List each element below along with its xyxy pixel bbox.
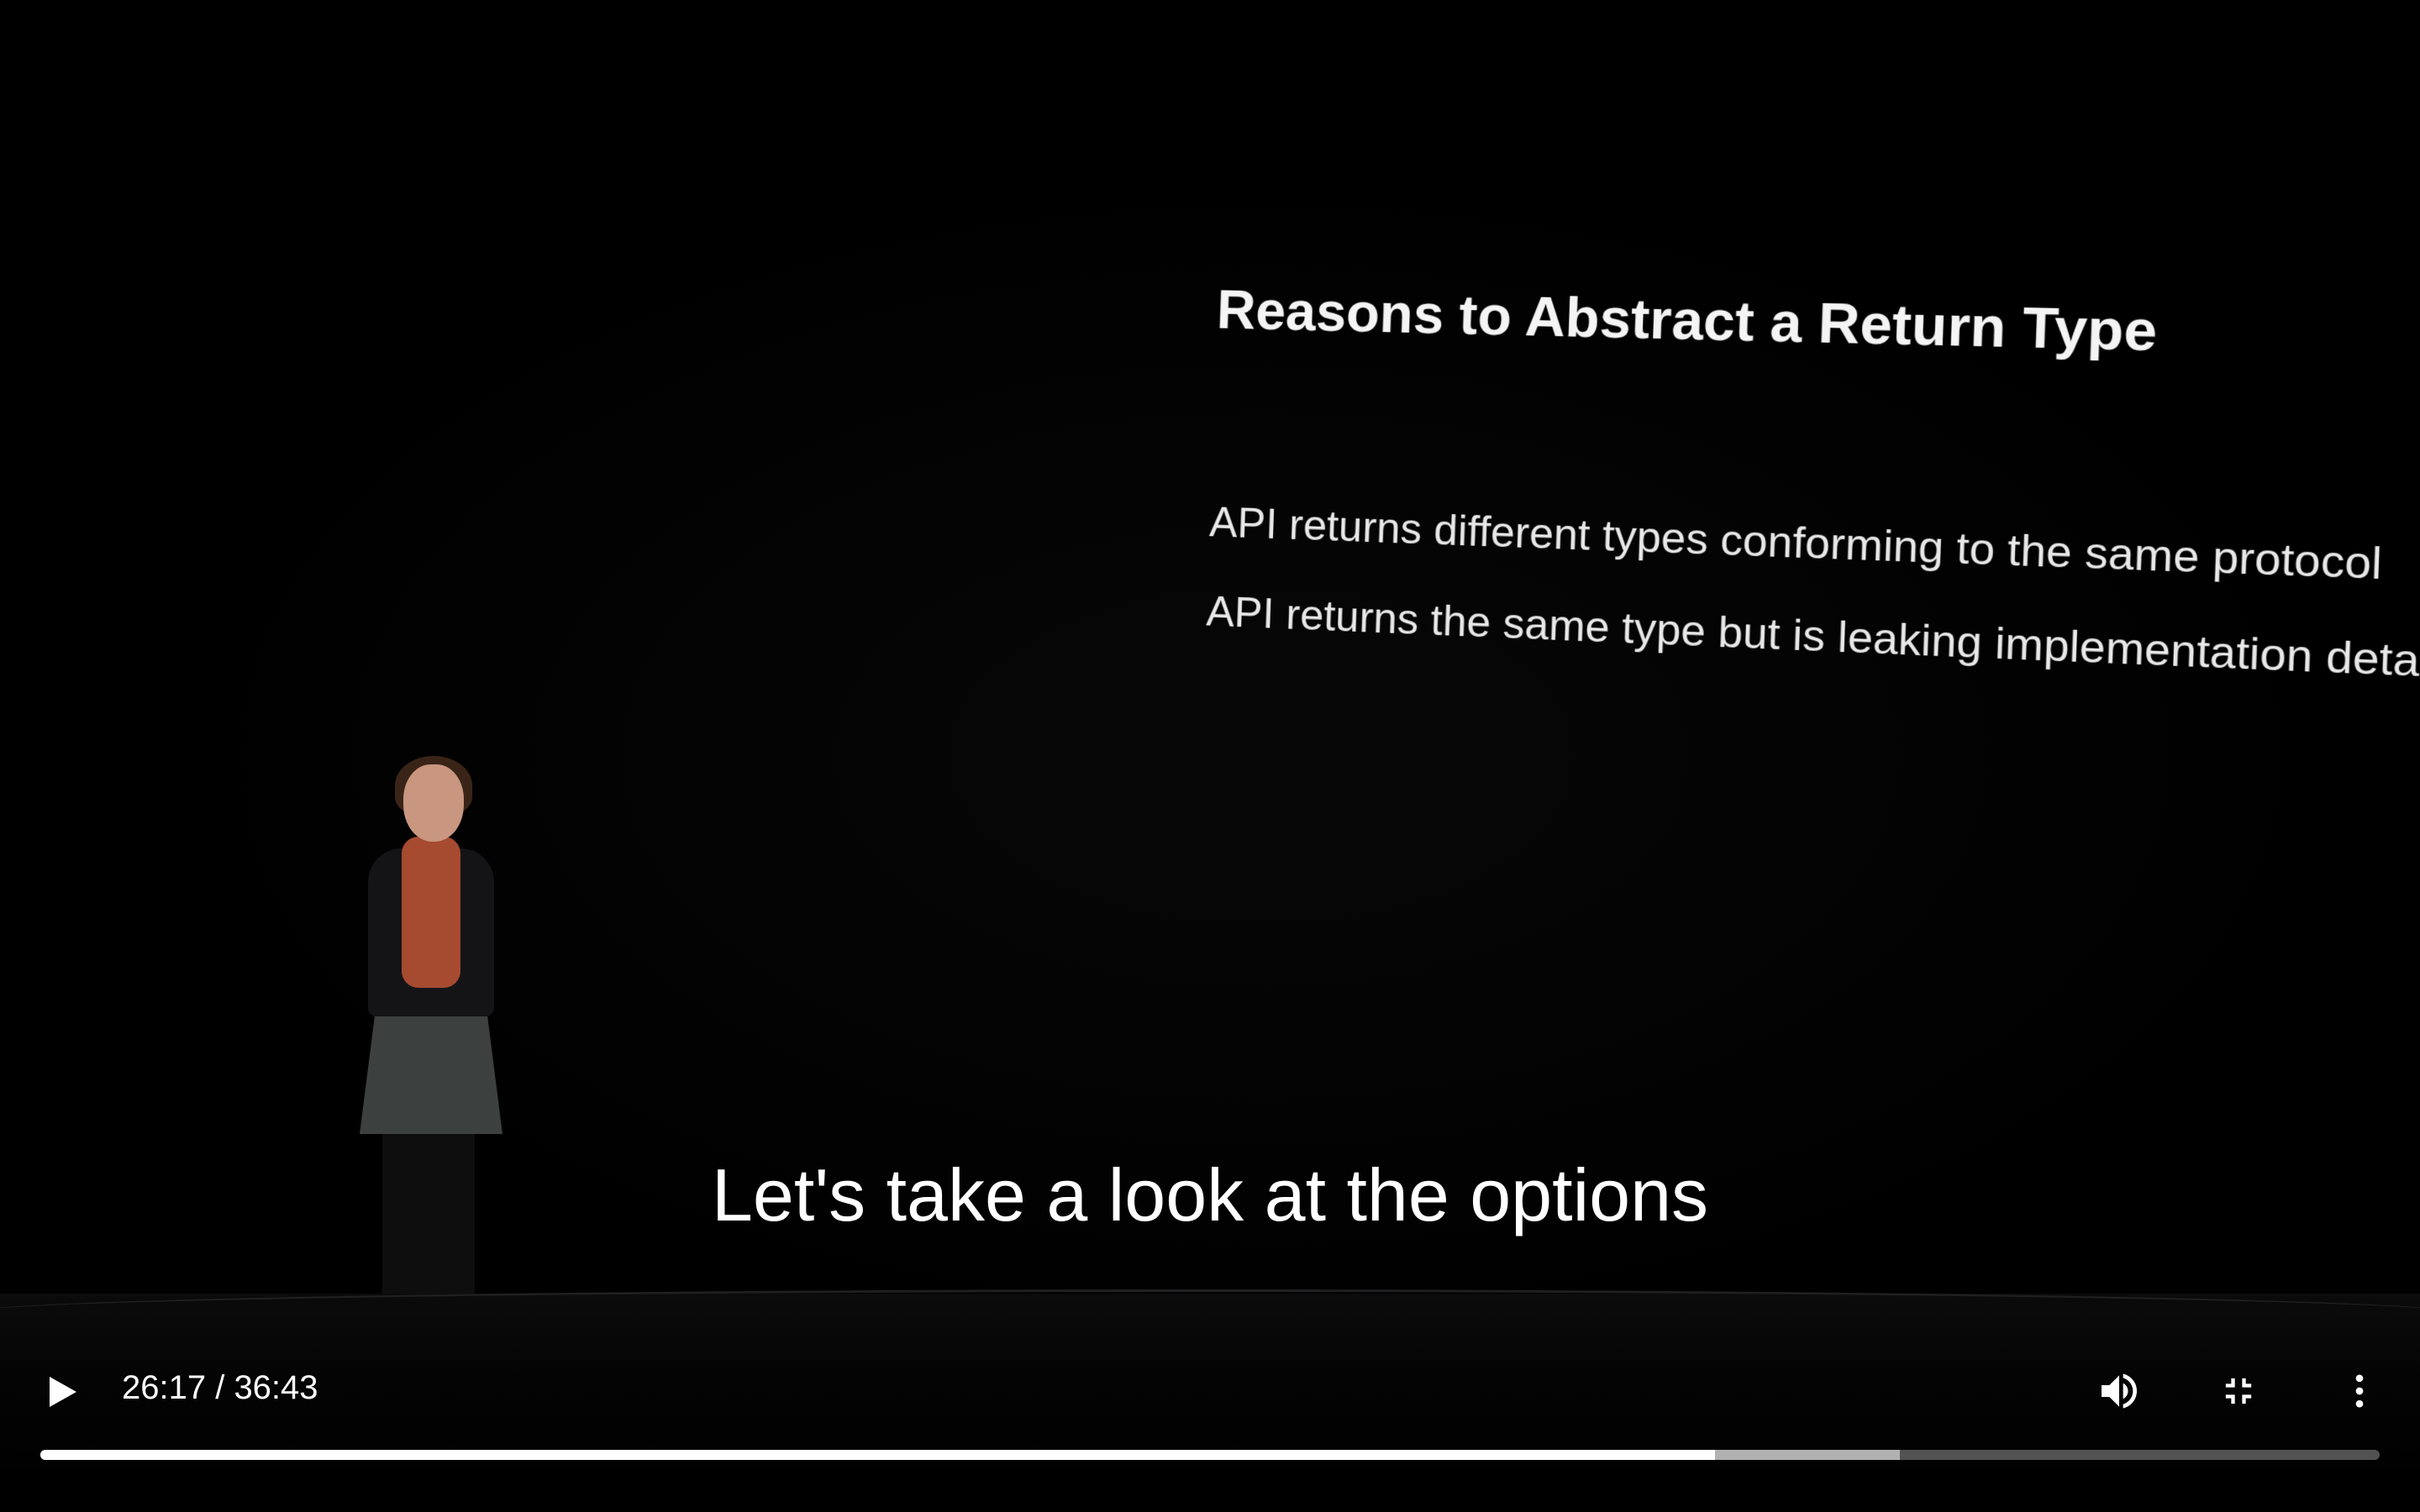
controls-overlay	[0, 1310, 2420, 1512]
video-player[interactable]: Reasons to Abstract a Return Type API re…	[0, 0, 2420, 1512]
presentation-slide: Reasons to Abstract a Return Type API re…	[1151, 277, 2420, 813]
presenter-skirt	[360, 1000, 502, 1134]
progress-bar[interactable]	[40, 1450, 2380, 1460]
volume-up-icon	[2102, 1373, 2137, 1409]
time-display: 26:17 / 36:43	[122, 1369, 318, 1406]
volume-button[interactable]	[2091, 1362, 2148, 1420]
video-frame[interactable]: Reasons to Abstract a Return Type API re…	[0, 0, 2420, 1512]
more-vertical-icon	[2355, 1374, 2364, 1408]
play-button[interactable]	[34, 1365, 92, 1419]
presenter-scarf	[402, 837, 460, 988]
exit-fullscreen-button[interactable]	[2210, 1362, 2267, 1420]
slide-bullet: API returns different types conforming t…	[1208, 498, 2383, 589]
presenter-head	[403, 764, 464, 842]
more-options-button[interactable]	[2331, 1362, 2388, 1420]
slide-title: Reasons to Abstract a Return Type	[1215, 279, 2159, 364]
slide-bullet: API returns the same type but is leaking…	[1205, 587, 2420, 689]
play-icon	[50, 1377, 76, 1407]
progress-played	[40, 1450, 1716, 1460]
exit-fullscreen-icon	[2225, 1378, 2252, 1404]
caption-text: Let's take a look at the options	[711, 1153, 1709, 1236]
